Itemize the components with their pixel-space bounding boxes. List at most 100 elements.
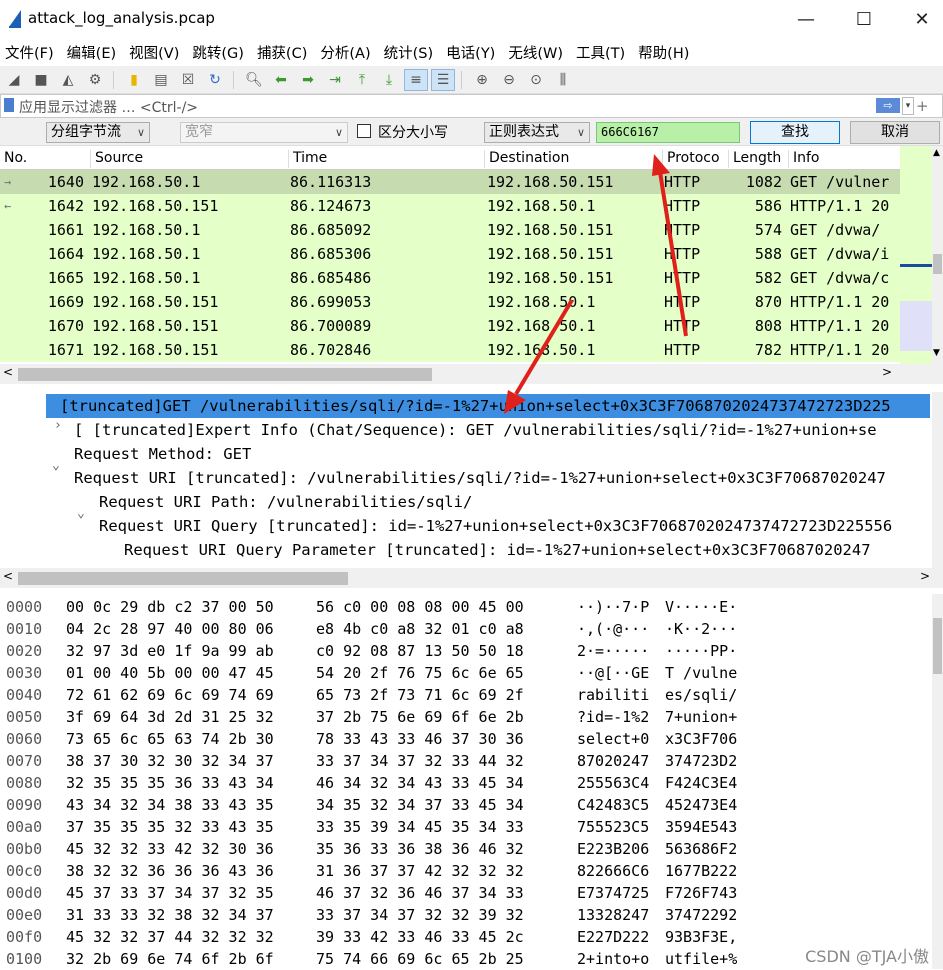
maximize-button[interactable]: ☐	[850, 6, 878, 32]
hex-a2: T /vulne	[665, 662, 737, 684]
menu-telephony[interactable]: 电话(Y)	[441, 42, 503, 63]
zoom-reset-icon[interactable]: ⊙	[524, 69, 548, 91]
column-no[interactable]: No.	[0, 150, 27, 168]
packet-minimap[interactable]: ▲ ▼	[900, 146, 943, 364]
scroll-thumb[interactable]	[933, 618, 942, 674]
start-capture-icon[interactable]: ◢	[2, 69, 26, 91]
go-to-packet-icon[interactable]: ⇥	[323, 69, 347, 91]
stop-capture-icon[interactable]: ■	[29, 69, 53, 91]
menu-capture[interactable]: 捕获(C)	[252, 42, 315, 63]
autoscroll-icon[interactable]: ≡	[404, 69, 428, 91]
zoom-in-icon[interactable]: ⊕	[470, 69, 494, 91]
detail-line-uri-query[interactable]: Request URI Query [truncated]: id=-1%27+…	[99, 514, 934, 538]
column-length[interactable]: Length	[728, 150, 781, 168]
find-packet-icon[interactable]: 🔍︎	[242, 69, 266, 91]
hex-off: 00c0	[6, 860, 42, 882]
charset-select[interactable]: 宽窄∨	[180, 122, 348, 143]
scroll-right-icon[interactable]: >	[920, 569, 930, 583]
detail-line-method[interactable]: Request Method: GET	[74, 442, 934, 466]
scroll-up-icon[interactable]: ▲	[933, 148, 940, 158]
last-packet-icon[interactable]: ⤓	[377, 69, 401, 91]
zoom-out-icon[interactable]: ⊖	[497, 69, 521, 91]
add-filter-button-icon[interactable]: +	[916, 97, 936, 115]
packet-row[interactable]: 1671192.168.50.15186.702846192.168.50.1H…	[0, 338, 900, 362]
packet-row[interactable]: 1642192.168.50.15186.124673192.168.50.1H…	[0, 194, 900, 218]
menu-analyze[interactable]: 分析(A)	[315, 42, 378, 63]
details-hscroll[interactable]: < >	[0, 568, 943, 588]
close-file-icon[interactable]: ☒	[176, 69, 200, 91]
search-mode-select[interactable]: 正则表达式∨	[484, 122, 590, 143]
resize-columns-icon[interactable]: ⫼	[551, 69, 575, 91]
open-file-icon[interactable]: ▮	[122, 69, 146, 91]
search-in-select[interactable]: 分组字节流∨	[46, 122, 150, 143]
packet-row[interactable]: 1670192.168.50.15186.700089192.168.50.1H…	[0, 314, 900, 338]
packet-row[interactable]: 1640192.168.50.186.116313192.168.50.151H…	[0, 170, 900, 194]
packet-row[interactable]: 1669192.168.50.15186.699053192.168.50.1H…	[0, 290, 900, 314]
bytes-vscroll[interactable]	[932, 594, 943, 969]
packet-row[interactable]: 1661192.168.50.186.685092192.168.50.151H…	[0, 218, 900, 242]
column-source[interactable]: Source	[90, 150, 143, 168]
detail-line-uri[interactable]: Request URI [truncated]: /vulnerabilitie…	[74, 466, 934, 490]
packet-row[interactable]: 1665192.168.50.186.685486192.168.50.151H…	[0, 266, 900, 290]
expand-chevron-icon[interactable]: ›	[54, 418, 62, 433]
scroll-thumb[interactable]	[18, 368, 432, 381]
cancel-button[interactable]: 取消	[850, 121, 940, 144]
details-vscroll[interactable]	[932, 392, 943, 568]
menu-file[interactable]: 文件(F)	[0, 42, 62, 63]
apply-filter-arrow-icon[interactable]: ⇨	[876, 98, 900, 113]
scroll-thumb[interactable]	[933, 254, 942, 274]
scroll-down-icon[interactable]: ▼	[933, 348, 940, 358]
go-forward-icon[interactable]: ➡	[296, 69, 320, 91]
column-protocol[interactable]: Protoco	[662, 150, 720, 168]
packet-cell-dst: 192.168.50.1	[487, 338, 660, 362]
display-filter-input[interactable]: 应用显示过滤器 … <Ctrl-/>	[19, 97, 198, 117]
menu-go[interactable]: 跳转(G)	[187, 42, 252, 63]
case-sensitive-checkbox[interactable]	[357, 124, 371, 138]
column-time[interactable]: Time	[288, 150, 327, 168]
menu-tools[interactable]: 工具(T)	[571, 42, 633, 63]
menu-edit[interactable]: 编辑(E)	[62, 42, 124, 63]
detail-line-uri-path[interactable]: Request URI Path: /vulnerabilities/sqli/	[99, 490, 934, 514]
minimize-button[interactable]: —	[792, 6, 820, 32]
colorize-icon[interactable]: ☰	[431, 69, 455, 91]
collapse-chevron-icon[interactable]: ⌄	[77, 490, 85, 538]
hex-a2: ·K··2···	[665, 618, 737, 640]
packet-row[interactable]: 1664192.168.50.186.685306192.168.50.151H…	[0, 242, 900, 266]
menu-statistics[interactable]: 统计(S)	[379, 42, 442, 63]
packet-cell-dst: 192.168.50.151	[487, 266, 660, 290]
find-button[interactable]: 查找	[750, 121, 840, 144]
bookmark-icon[interactable]	[4, 98, 14, 112]
find-value-input[interactable]: 666C6167	[596, 122, 740, 143]
hex-off: 0030	[6, 662, 42, 684]
hex-off: 0010	[6, 618, 42, 640]
hex-a2: V·····E·	[665, 596, 737, 618]
packet-list-hscroll[interactable]: < >	[0, 364, 943, 384]
hex-a1: 755523C5	[577, 816, 649, 838]
capture-options-icon[interactable]: ⚙	[83, 69, 107, 91]
collapse-chevron-icon[interactable]: ⌄	[52, 442, 60, 490]
restart-capture-icon[interactable]: ◭	[56, 69, 80, 91]
filter-dropdown-chevron-icon[interactable]: ▾	[902, 97, 914, 115]
column-destination[interactable]: Destination	[484, 150, 569, 168]
packet-cell-time: 86.702846	[290, 338, 482, 362]
scroll-left-icon[interactable]: <	[3, 569, 13, 583]
detail-line-request[interactable]: [truncated]GET /vulnerabilities/sqli/?id…	[46, 394, 930, 418]
go-back-icon[interactable]: ⬅	[269, 69, 293, 91]
detail-line-expert-info[interactable]: [ [truncated]Expert Info (Chat/Sequence)…	[74, 418, 934, 442]
save-file-icon[interactable]: ▤	[149, 69, 173, 91]
menu-view[interactable]: 视图(V)	[124, 42, 187, 63]
column-info[interactable]: Info	[788, 150, 820, 168]
menu-help[interactable]: 帮助(H)	[633, 42, 697, 63]
hex-off: 0000	[6, 596, 42, 618]
packet-list-vscroll[interactable]: ▲ ▼	[932, 146, 943, 364]
scroll-left-icon[interactable]: <	[3, 365, 13, 379]
scroll-thumb[interactable]	[18, 572, 348, 585]
menu-wireless[interactable]: 无线(W)	[503, 42, 571, 63]
case-sensitive-label: 区分大小写	[378, 122, 448, 142]
reload-file-icon[interactable]: ↻	[203, 69, 227, 91]
close-button[interactable]: ✕	[908, 6, 936, 32]
scroll-right-icon[interactable]: >	[882, 365, 892, 379]
first-packet-icon[interactable]: ⤒	[350, 69, 374, 91]
packet-cell-len: 808	[728, 314, 786, 338]
detail-line-uri-query-param[interactable]: Request URI Query Parameter [truncated]:…	[124, 538, 934, 562]
